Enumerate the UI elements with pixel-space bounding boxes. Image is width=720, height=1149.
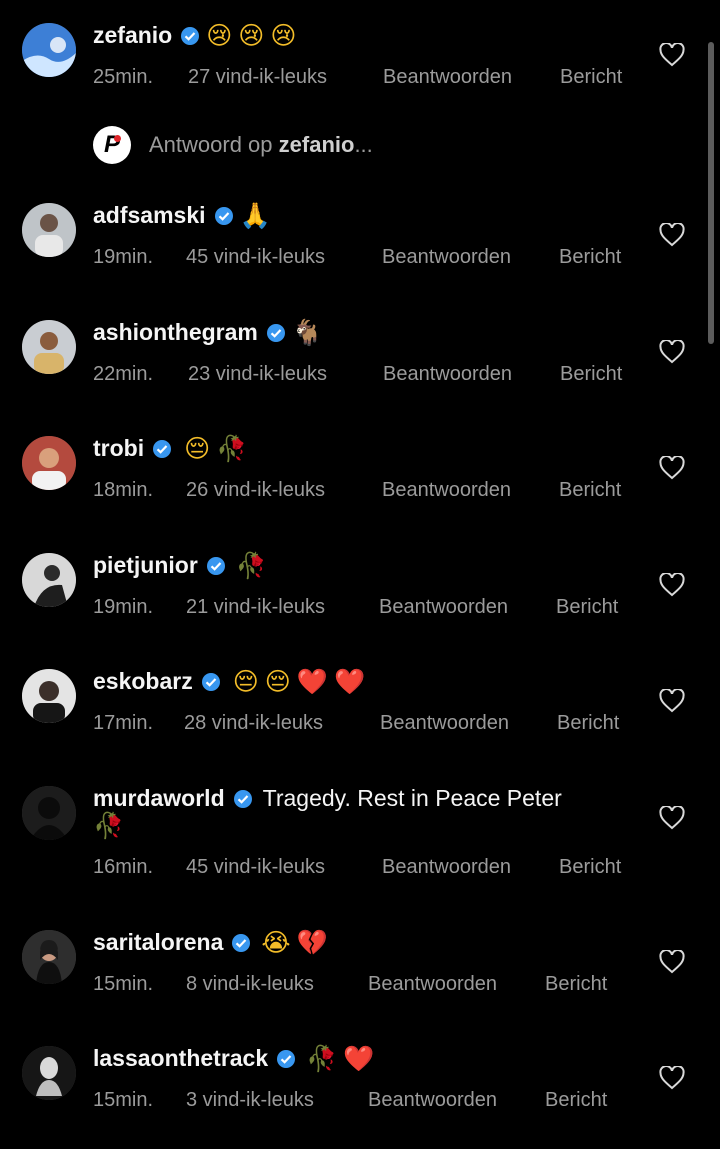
emoji: 💔 bbox=[296, 928, 328, 957]
verified-badge-icon bbox=[206, 556, 226, 576]
reply-button[interactable]: Beantwoorden bbox=[382, 856, 559, 879]
message-button[interactable]: Bericht bbox=[559, 246, 621, 269]
comment-time: 17min. bbox=[93, 712, 154, 734]
comment-time: 25min. bbox=[93, 66, 154, 88]
reply-button[interactable]: Beantwoorden bbox=[368, 973, 545, 996]
emoji: 😔 bbox=[184, 434, 211, 463]
avatar[interactable] bbox=[22, 669, 76, 723]
message-button[interactable]: Bericht bbox=[560, 66, 622, 89]
like-heart-icon[interactable] bbox=[659, 223, 685, 247]
comment-likes[interactable]: 45 vind-ik-leuks bbox=[186, 856, 382, 879]
emoji: 😔 bbox=[264, 667, 291, 696]
emoji: 🥀 bbox=[235, 551, 267, 580]
reply-button[interactable]: Beantwoorden bbox=[382, 479, 559, 502]
reply-button[interactable]: Beantwoorden bbox=[382, 246, 559, 269]
emoji: ❤️ bbox=[343, 1044, 375, 1073]
reply-button[interactable]: Beantwoorden bbox=[383, 66, 560, 89]
reply-button[interactable]: Beantwoorden bbox=[368, 1089, 545, 1112]
avatar[interactable] bbox=[22, 203, 76, 257]
p-logo-icon: P bbox=[93, 126, 131, 164]
comment-time: 18min. bbox=[93, 479, 154, 501]
avatar[interactable] bbox=[22, 436, 76, 490]
comment-username[interactable]: trobi bbox=[93, 435, 144, 462]
like-heart-icon[interactable] bbox=[659, 1066, 685, 1090]
verified-badge-icon bbox=[233, 789, 253, 809]
comment-likes[interactable]: 21 vind-ik-leuks bbox=[186, 596, 379, 619]
comment-username[interactable]: pietjunior bbox=[93, 552, 198, 579]
scrollbar[interactable] bbox=[708, 42, 714, 344]
emoji: 😢 bbox=[238, 21, 265, 50]
comment-time: 16min. bbox=[93, 856, 154, 878]
verified-badge-icon bbox=[180, 26, 200, 46]
comment-username[interactable]: ashionthegram bbox=[93, 319, 258, 346]
message-button[interactable]: Bericht bbox=[557, 712, 619, 735]
comment-username[interactable]: lassaonthetrack bbox=[93, 1045, 268, 1072]
message-button[interactable]: Bericht bbox=[545, 1089, 607, 1112]
verified-badge-icon bbox=[266, 323, 286, 343]
reply-prompt-text[interactable]: Antwoord op zefanio... bbox=[149, 132, 373, 158]
like-heart-icon[interactable] bbox=[659, 456, 685, 480]
like-heart-icon[interactable] bbox=[659, 573, 685, 597]
emoji: 🥀 bbox=[306, 1044, 338, 1073]
verified-badge-icon bbox=[231, 933, 251, 953]
comment-likes[interactable]: 27 vind-ik-leuks bbox=[188, 66, 383, 89]
comment-text: Tragedy. Rest in Peace Peter bbox=[262, 785, 562, 811]
avatar[interactable] bbox=[22, 23, 76, 77]
comment-likes[interactable]: 45 vind-ik-leuks bbox=[186, 246, 382, 269]
avatar[interactable] bbox=[22, 930, 76, 984]
message-button[interactable]: Bericht bbox=[559, 856, 621, 879]
emoji: 🥀 bbox=[93, 811, 125, 840]
reply-button[interactable]: Beantwoorden bbox=[380, 712, 557, 735]
emoji: 😔 bbox=[232, 667, 259, 696]
like-heart-icon[interactable] bbox=[659, 806, 685, 830]
avatar[interactable] bbox=[22, 786, 76, 840]
like-heart-icon[interactable] bbox=[659, 340, 685, 364]
emoji: ❤️ bbox=[333, 667, 366, 696]
message-button[interactable]: Bericht bbox=[560, 363, 622, 386]
emoji: 🙏 bbox=[239, 201, 271, 230]
message-button[interactable]: Bericht bbox=[556, 596, 618, 619]
emoji: ❤️ bbox=[296, 667, 328, 696]
emoji: 😭 bbox=[261, 928, 291, 957]
comment-time: 19min. bbox=[93, 596, 154, 618]
comment-time: 22min. bbox=[93, 363, 154, 385]
comment-username[interactable]: zefanio bbox=[93, 22, 172, 49]
avatar[interactable] bbox=[22, 553, 76, 607]
verified-badge-icon bbox=[276, 1049, 296, 1069]
reply-to-prompt[interactable]: P Antwoord op zefanio... bbox=[93, 126, 373, 164]
like-heart-icon[interactable] bbox=[659, 689, 685, 713]
comment-username[interactable]: saritalorena bbox=[93, 929, 223, 956]
like-heart-icon[interactable] bbox=[659, 950, 685, 974]
verified-badge-icon bbox=[201, 672, 221, 692]
emoji: 🐐 bbox=[291, 318, 324, 347]
verified-badge-icon bbox=[152, 439, 172, 459]
comment-time: 19min. bbox=[93, 246, 154, 268]
comment-likes[interactable]: 26 vind-ik-leuks bbox=[186, 479, 382, 502]
verified-badge-icon bbox=[214, 206, 234, 226]
comment-likes[interactable]: 28 vind-ik-leuks bbox=[184, 712, 380, 735]
like-heart-icon[interactable] bbox=[659, 43, 685, 67]
reply-button[interactable]: Beantwoorden bbox=[383, 363, 560, 386]
emoji: 😢 bbox=[270, 21, 297, 50]
avatar[interactable] bbox=[22, 1046, 76, 1100]
message-button[interactable]: Bericht bbox=[559, 479, 621, 502]
comment-likes[interactable]: 8 vind-ik-leuks bbox=[186, 973, 368, 996]
comment-username[interactable]: adfsamski bbox=[93, 202, 206, 229]
comment-time: 15min. bbox=[93, 1089, 154, 1111]
emoji: 😢 bbox=[206, 21, 233, 50]
comment-likes[interactable]: 3 vind-ik-leuks bbox=[186, 1089, 368, 1112]
emoji: 🥀 bbox=[216, 434, 248, 463]
comment-likes[interactable]: 23 vind-ik-leuks bbox=[188, 363, 383, 386]
comment-username[interactable]: eskobarz bbox=[93, 668, 193, 695]
avatar[interactable] bbox=[22, 320, 76, 374]
reply-button[interactable]: Beantwoorden bbox=[379, 596, 556, 619]
message-button[interactable]: Bericht bbox=[545, 973, 607, 996]
comment-username[interactable]: murdaworld bbox=[93, 785, 225, 812]
comment-time: 15min. bbox=[93, 973, 154, 995]
